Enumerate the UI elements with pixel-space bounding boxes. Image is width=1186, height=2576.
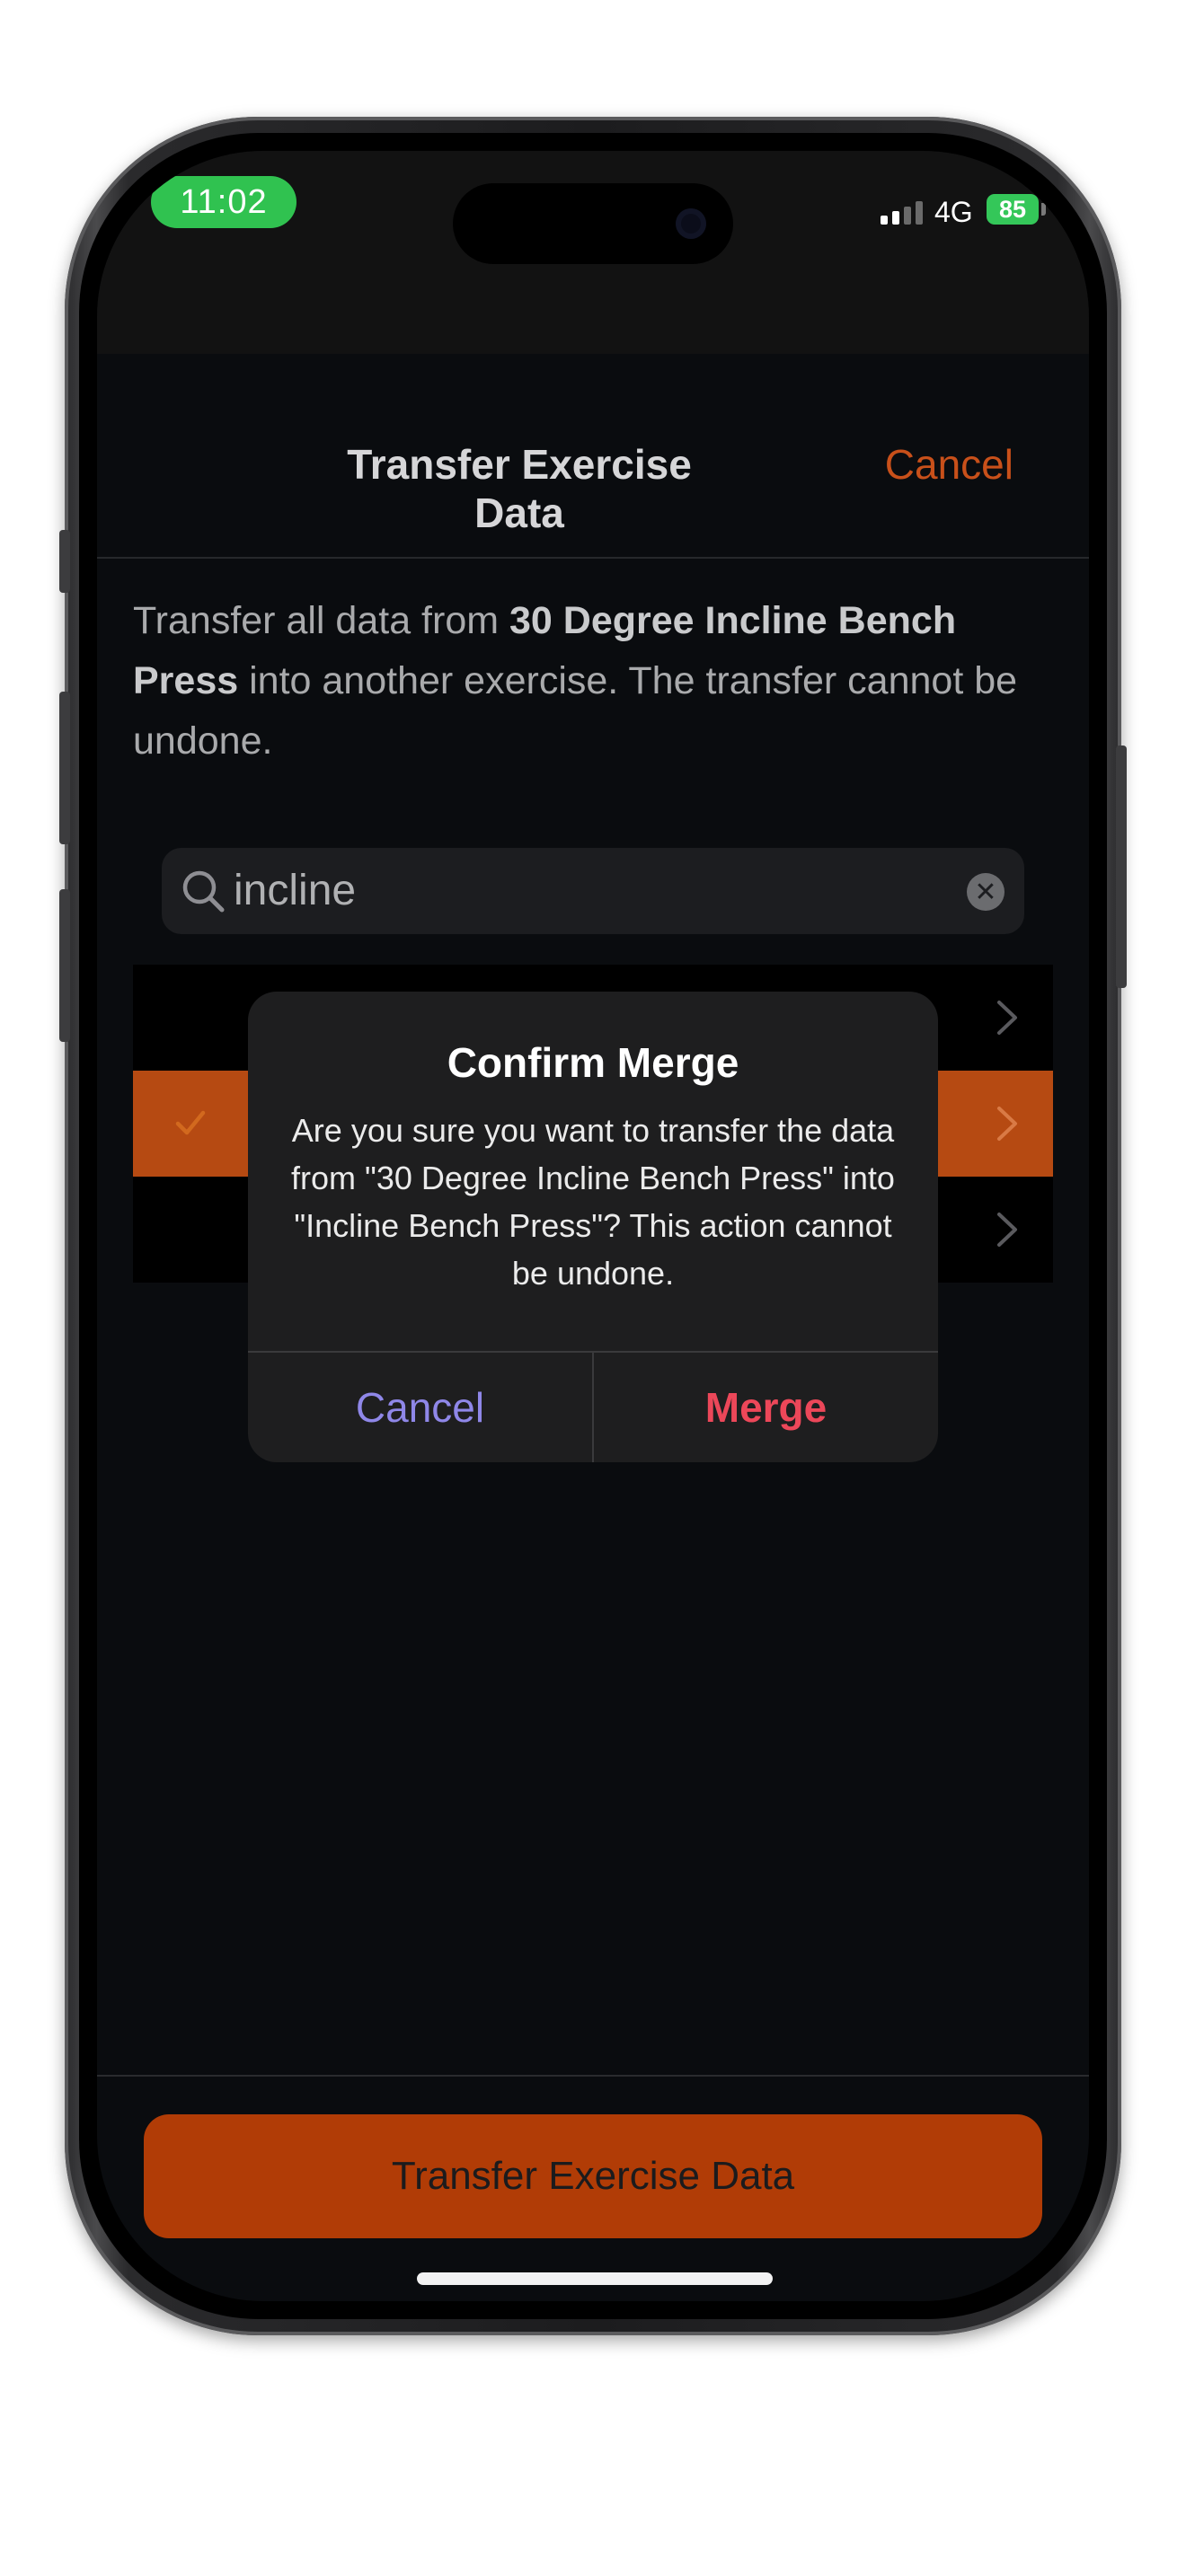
chevron-right-icon [997,1001,1017,1035]
volume-up-button [59,692,70,844]
status-bar: 11:02 4G 85 [97,151,1089,354]
dynamic-island [453,183,733,264]
transfer-button[interactable]: Transfer Exercise Data [144,2114,1042,2238]
volume-down-button [59,889,70,1042]
action-button [59,530,70,593]
dialog-cancel-button[interactable]: Cancel [248,1353,592,1462]
clear-icon[interactable]: ✕ [967,873,1005,911]
dialog-title: Confirm Merge [447,1039,739,1086]
home-indicator[interactable] [417,2272,773,2285]
dialog-message: Are you sure you want to transfer the da… [291,1112,895,1292]
status-time[interactable]: 11:02 [151,176,296,228]
battery-cap [1041,203,1046,216]
search-icon [182,870,225,913]
power-button [1116,745,1127,988]
nav-cancel-button[interactable]: Cancel [885,440,1013,489]
dialog-merge-button[interactable]: Merge [594,1353,938,1462]
page-title: Transfer Exercise Data [347,441,692,536]
transfer-description: Transfer all data from 30 Degree Incline… [133,591,1049,772]
search-field[interactable]: incline ✕ [162,848,1024,934]
nav-divider [97,557,1089,559]
battery-icon: 85 [987,194,1039,225]
battery-level: 85 [998,195,1027,223]
camera-icon [676,208,706,239]
description-suffix: into another exercise. The transfer cann… [133,659,1018,763]
network-type: 4G [934,196,973,228]
search-input[interactable]: incline [234,864,356,918]
checkmark-icon [175,1110,206,1135]
chevron-right-icon [997,1213,1017,1247]
signal-icon [881,201,923,225]
description-prefix: Transfer all data from [133,599,509,642]
chevron-right-icon [997,1107,1017,1141]
confirm-merge-dialog: Confirm Merge Are you sure you want to t… [248,992,938,1462]
bottom-divider [97,2075,1089,2077]
screen: 11:02 4G 85 Transfer Exercise Data Cance… [97,151,1089,2301]
